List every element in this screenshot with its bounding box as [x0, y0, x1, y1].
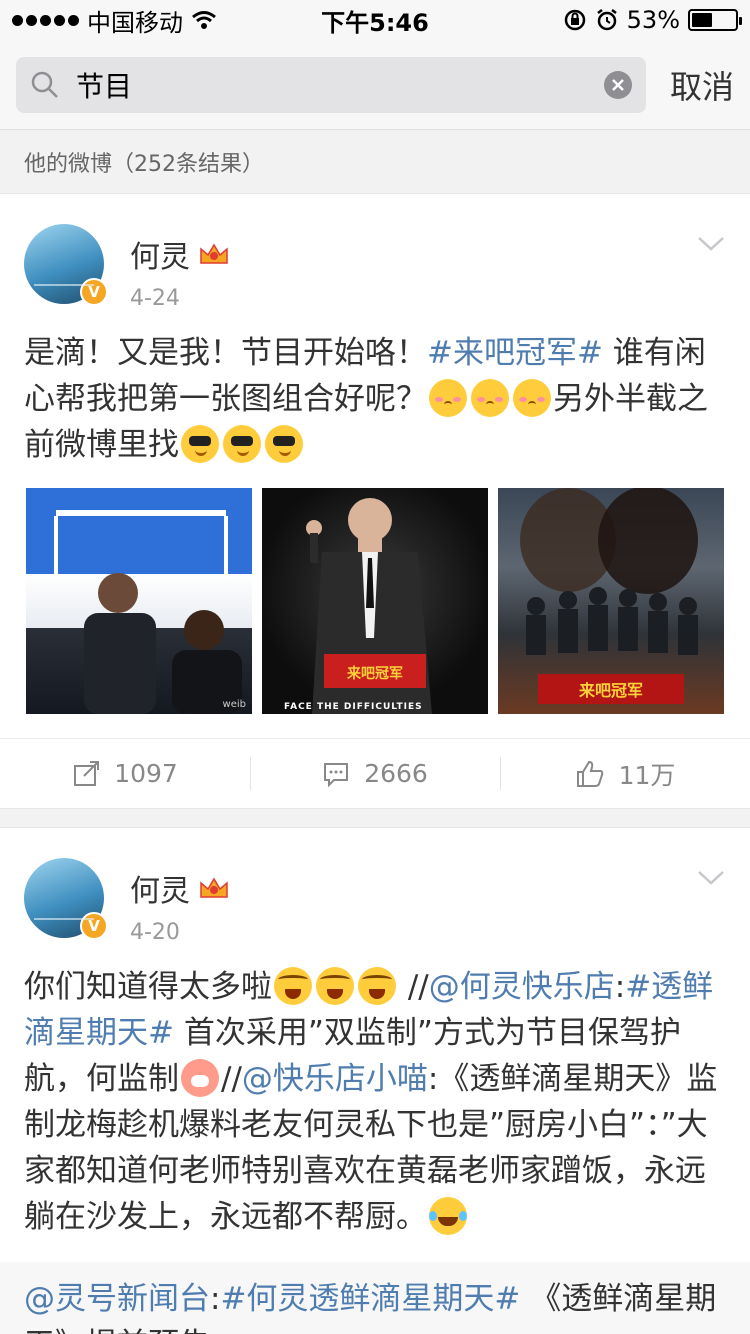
text-segment: :: [614, 969, 626, 1005]
crown-icon: [200, 243, 228, 264]
comment-count: 2666: [364, 759, 428, 788]
post-actions: 1097 2666 11万: [0, 738, 750, 808]
repost-count: 1097: [114, 759, 178, 788]
battery-icon: [688, 9, 742, 31]
search-bar: 取消: [0, 40, 750, 130]
mention-link[interactable]: @何灵快乐店: [429, 969, 615, 1005]
verified-badge-icon: V: [80, 278, 108, 306]
comment-icon: [324, 762, 349, 787]
crying-emoji-icon: [358, 966, 396, 1005]
shy-emoji-icon: [513, 378, 551, 417]
photo-grid: weib 来吧冠军 FACE THE DIFFICULTIES 来吧冠军: [0, 468, 750, 714]
photo[interactable]: 来吧冠军: [498, 488, 724, 714]
comment-button[interactable]: 2666: [250, 739, 500, 808]
photo-watermark: weib: [222, 699, 246, 710]
post-header: V 何灵 4-24: [0, 194, 750, 312]
status-bar: 中国移动 下午5:46 53%: [0, 0, 750, 40]
topic-link[interactable]: #何灵透鲜滴星期天#: [220, 1281, 520, 1317]
signal-icon: [12, 14, 79, 26]
post-header: V 何灵 4-20: [0, 828, 750, 946]
chevron-down-icon[interactable]: [696, 228, 726, 258]
post-text: 你们知道得太多啦 //@何灵快乐店:#透鲜滴星期天# 首次采用”双监制”方式为节…: [0, 946, 750, 1240]
text-segment: 你们知道得太多啦: [24, 969, 272, 1005]
weibo-card[interactable]: V 何灵 4-24 是滴！又是我！节目开始咯！#来吧冠军# 谁有闲心帮我把第一张…: [0, 193, 750, 809]
battery-level: [692, 13, 713, 27]
mention-link[interactable]: @快乐店小喵: [242, 1061, 428, 1097]
text-segment: :: [210, 1281, 221, 1317]
post-text: 是滴！又是我！节目开始咯！#来吧冠军# 谁有闲心帮我把第一张图组合好呢？ 另外半截…: [0, 312, 750, 468]
carrier-label: 中国移动: [87, 8, 183, 37]
post-date: 4-24: [130, 286, 180, 311]
svg-text:来吧冠军: 来吧冠军: [578, 681, 643, 700]
wifi-icon: [192, 11, 216, 29]
repost-button[interactable]: 1097: [0, 739, 250, 808]
avatar[interactable]: V: [24, 224, 108, 306]
chevron-down-icon[interactable]: [696, 862, 726, 892]
text-segment: //: [221, 1061, 242, 1097]
sunglasses-emoji-icon: [223, 424, 261, 463]
close-icon: [612, 78, 624, 91]
weibo-card[interactable]: V 何灵 4-20 你们知道得太多啦 //@何灵快乐店:#透鲜滴星期天# 首次采…: [0, 827, 750, 1334]
cancel-button[interactable]: 取消: [670, 62, 734, 108]
search-icon: [31, 71, 58, 98]
alarm-icon: [596, 9, 617, 31]
topic-link[interactable]: #来吧冠军#: [427, 335, 603, 371]
like-button[interactable]: 11万: [500, 739, 750, 808]
photo-players: [54, 510, 242, 714]
status-left: 中国移动: [12, 3, 217, 38]
text-segment: 是滴！又是我！节目开始咯！: [24, 335, 427, 371]
battery-percent: 53%: [626, 6, 680, 34]
repost-icon: [74, 760, 100, 786]
photo[interactable]: 来吧冠军 FACE THE DIFFICULTIES: [262, 488, 488, 714]
status-right: 53%: [563, 6, 742, 34]
text-segment: //: [398, 969, 429, 1005]
clear-search-button[interactable]: [603, 70, 632, 99]
photo-poster: 来吧冠军: [520, 488, 698, 704]
crying-emoji-icon: [316, 966, 354, 1005]
reposted-content[interactable]: @灵号新闻台:#何灵透鲜滴星期天# 《透鲜滴星期天》提前预告: [0, 1262, 750, 1334]
crying-emoji-icon: [274, 966, 312, 1005]
shy-emoji-icon: [471, 378, 509, 417]
thumbs-up-icon: [576, 760, 603, 787]
search-box[interactable]: [16, 56, 646, 113]
rotation-lock-icon: [564, 9, 585, 31]
photo-host: 来吧冠军: [306, 498, 432, 714]
verified-badge-icon: V: [80, 912, 108, 940]
user-name[interactable]: 何灵: [130, 232, 190, 276]
laughing-emoji-icon: [429, 1196, 467, 1235]
shy-emoji-icon: [429, 378, 467, 417]
avatar[interactable]: V: [24, 858, 108, 940]
food-emoji-icon: [181, 1058, 219, 1097]
sunglasses-emoji-icon: [265, 424, 303, 463]
search-input[interactable]: [60, 68, 604, 101]
svg-text:来吧冠军: 来吧冠军: [346, 666, 403, 682]
photo[interactable]: weib: [26, 488, 252, 714]
post-date: 4-20: [130, 920, 180, 945]
user-name[interactable]: 何灵: [130, 866, 190, 910]
sunglasses-emoji-icon: [181, 424, 219, 463]
mention-link[interactable]: @灵号新闻台: [24, 1281, 210, 1317]
results-count: 他的微博（252条结果）: [0, 130, 750, 194]
photo-caption: FACE THE DIFFICULTIES: [284, 702, 423, 712]
like-count: 11万: [618, 760, 676, 790]
crown-icon: [200, 877, 228, 898]
